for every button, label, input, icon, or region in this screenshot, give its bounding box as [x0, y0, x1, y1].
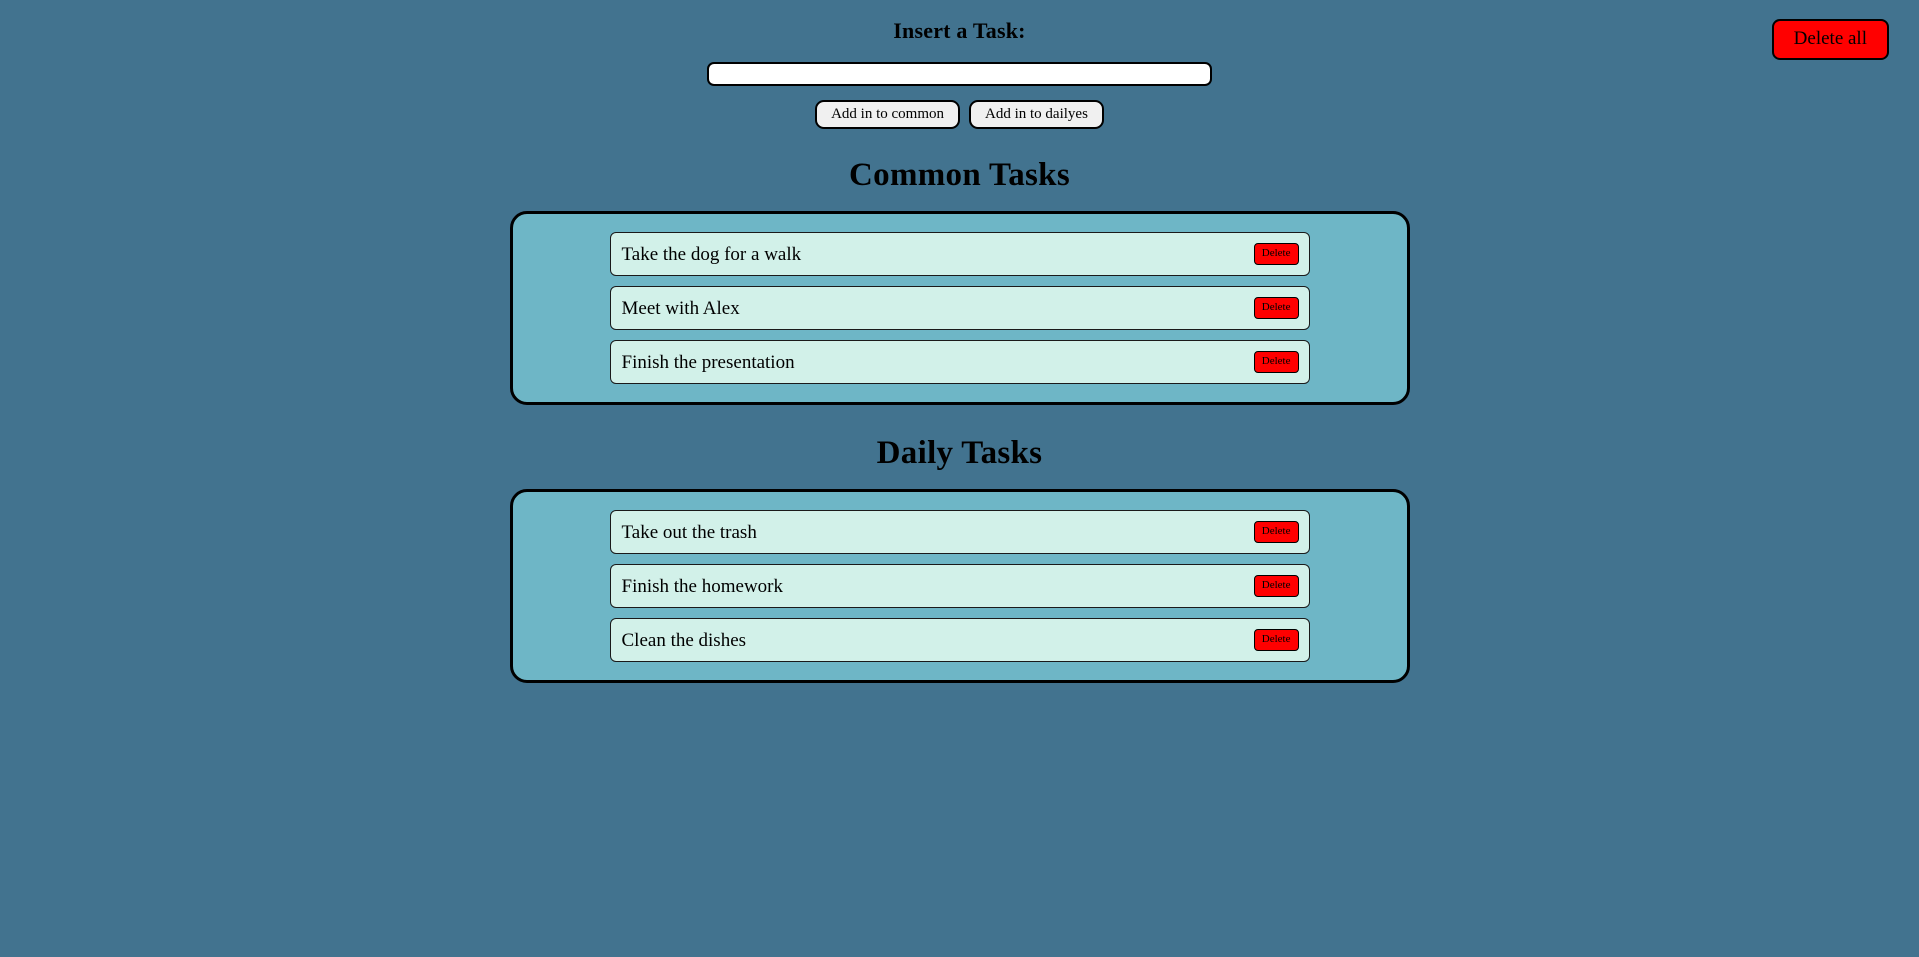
task-row[interactable]: Finish the presentation Delete: [609, 340, 1310, 384]
task-delete-button[interactable]: Delete: [1253, 297, 1299, 319]
task-delete-button[interactable]: Delete: [1253, 521, 1299, 543]
task-label: Finish the presentation: [621, 351, 795, 373]
task-row[interactable]: Take the dog for a walk Delete: [609, 232, 1310, 276]
add-to-common-button[interactable]: Add in to common: [815, 100, 960, 129]
delete-all-button[interactable]: Delete all: [1771, 19, 1889, 60]
task-input[interactable]: [707, 62, 1212, 86]
add-buttons-row: Add in to common Add in to dailyes: [0, 100, 1919, 129]
task-row[interactable]: Finish the homework Delete: [609, 564, 1310, 608]
task-row[interactable]: Clean the dishes Delete: [609, 618, 1310, 662]
common-tasks-wrap: Take the dog for a walk Delete Meet with…: [0, 211, 1919, 405]
insert-task-heading: Insert a Task:: [893, 18, 1026, 43]
daily-tasks-panel: Take out the trash Delete Finish the hom…: [509, 489, 1410, 683]
common-tasks-panel: Take the dog for a walk Delete Meet with…: [509, 211, 1410, 405]
task-label: Clean the dishes: [621, 629, 747, 651]
task-delete-button[interactable]: Delete: [1253, 575, 1299, 597]
task-row[interactable]: Take out the trash Delete: [609, 510, 1310, 554]
task-delete-button[interactable]: Delete: [1253, 351, 1299, 373]
task-delete-button[interactable]: Delete: [1253, 629, 1299, 651]
task-label: Finish the homework: [621, 575, 784, 597]
common-tasks-heading: Common Tasks: [849, 157, 1070, 193]
task-delete-button[interactable]: Delete: [1253, 243, 1299, 265]
daily-tasks-wrap: Take out the trash Delete Finish the hom…: [0, 489, 1919, 683]
task-label: Take the dog for a walk: [621, 243, 802, 265]
task-row[interactable]: Meet with Alex Delete: [609, 286, 1310, 330]
daily-tasks-heading: Daily Tasks: [876, 435, 1043, 471]
add-to-dailyes-button[interactable]: Add in to dailyes: [969, 100, 1104, 129]
task-label: Take out the trash: [621, 521, 757, 543]
task-label: Meet with Alex: [621, 297, 740, 319]
insert-input-row: [0, 62, 1919, 86]
